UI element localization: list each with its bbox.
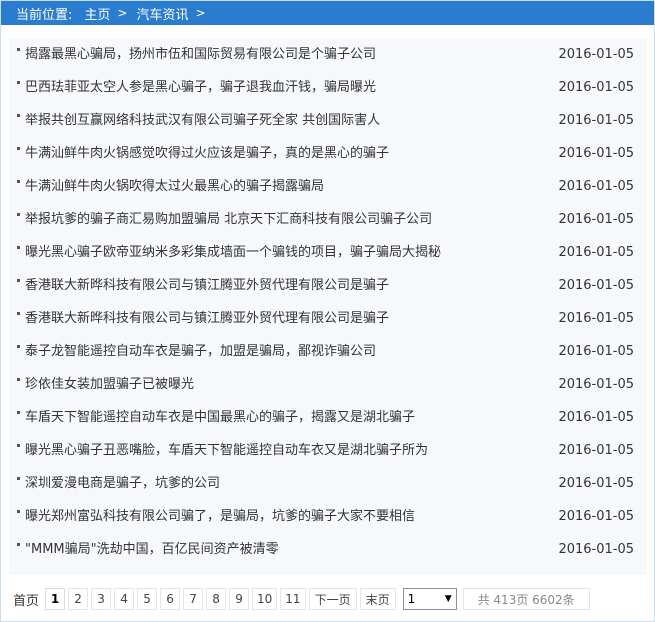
list-item: 举报坑爹的骗子商汇易购加盟骗局 北京天下汇商科技有限公司骗子公司 2016-01-… xyxy=(9,204,647,237)
page-number-button[interactable]: 2 xyxy=(68,588,89,610)
article-title-link[interactable]: 香港联大新晔科技有限公司与镇江腾亚外贸代理有限公司是骗子 xyxy=(25,310,389,328)
page-select-value: 1 xyxy=(407,592,416,606)
total-count: 共 413页 6602条 xyxy=(462,588,590,610)
bullet-icon xyxy=(17,510,20,513)
article-title-link[interactable]: 曝光黑心骗子欧帝亚纳米多彩集成墙面一个骗钱的项目，骗子骗局大揭秘 xyxy=(25,244,441,262)
bullet-icon xyxy=(17,81,20,84)
bullet-icon xyxy=(17,279,20,282)
news-list-panel: 当前位置: 主页 > 汽车资讯 > 揭露最黑心骗局，扬州市伍和国际贸易有限公司是… xyxy=(0,0,655,622)
breadcrumb-home-link[interactable]: 主页 xyxy=(84,4,110,23)
article-title-link[interactable]: 珍依佳女装加盟骗子已被曝光 xyxy=(25,376,194,394)
page-number-button[interactable]: 11 xyxy=(280,588,306,610)
first-page-link[interactable]: 首页 xyxy=(13,590,39,609)
article-title-link[interactable]: 牛满汕鲜牛肉火锅吹得太过火最黑心的骗子揭露骗局 xyxy=(25,178,324,196)
article-date: 2016-01-05 xyxy=(558,509,634,524)
page-select-dropdown[interactable]: 1 ▼ xyxy=(402,588,457,610)
next-page-button[interactable]: 下一页 xyxy=(308,588,357,610)
chevron-right-icon: > xyxy=(195,6,206,20)
article-date: 2016-01-05 xyxy=(558,311,634,326)
article-date: 2016-01-05 xyxy=(558,443,634,458)
pagination: 首页 1 2 3 4 5 6 7 8 9 10 11 下一页 末页 1 ▼ 共 413页 6602条 xyxy=(13,587,643,611)
article-date: 2016-01-05 xyxy=(558,113,634,128)
list-item: 车盾天下智能遥控自动车衣是中国最黑心的骗子，揭露又是湖北骗子 2016-01-05 xyxy=(9,402,647,435)
article-title-link[interactable]: 曝光黑心骗子丑恶嘴脸，车盾天下智能遥控自动车衣又是湖北骗子所为 xyxy=(25,442,428,460)
list-item: 牛满汕鲜牛肉火锅吹得太过火最黑心的骗子揭露骗局 2016-01-05 xyxy=(9,171,647,204)
list-item: 香港联大新晔科技有限公司与镇江腾亚外贸代理有限公司是骗子 2016-01-05 xyxy=(9,270,647,303)
page-number-button[interactable]: 9 xyxy=(229,588,250,610)
article-date: 2016-01-05 xyxy=(558,377,634,392)
article-title-link[interactable]: 举报坑爹的骗子商汇易购加盟骗局 北京天下汇商科技有限公司骗子公司 xyxy=(25,211,432,229)
breadcrumb-current-link[interactable]: 汽车资讯 xyxy=(136,4,188,23)
bullet-icon xyxy=(17,345,20,348)
bullet-icon xyxy=(17,378,20,381)
article-title-link[interactable]: 泰子龙智能遥控自动车衣是骗子，加盟是骗局，鄙视诈骗公司 xyxy=(25,343,376,361)
article-date: 2016-01-05 xyxy=(558,212,634,227)
article-date: 2016-01-05 xyxy=(558,47,634,62)
bullet-icon xyxy=(17,477,20,480)
article-title-link[interactable]: 曝光郑州富弘科技有限公司骗了，是骗局，坑爹的骗子大家不要相信 xyxy=(25,508,415,526)
list-item: 香港联大新晔科技有限公司与镇江腾亚外贸代理有限公司是骗子 2016-01-05 xyxy=(9,303,647,336)
chevron-right-icon: > xyxy=(117,6,128,20)
list-item: 深圳爱漫电商是骗子，坑爹的公司 2016-01-05 xyxy=(9,468,647,501)
page-number-button[interactable]: 3 xyxy=(91,588,112,610)
bullet-icon xyxy=(17,48,20,51)
page-number-button[interactable]: 7 xyxy=(183,588,204,610)
article-date: 2016-01-05 xyxy=(558,179,634,194)
list-item: 牛满汕鲜牛肉火锅感觉吹得过火应该是骗子，真的是黑心的骗子 2016-01-05 xyxy=(9,138,647,171)
list-item: 揭露最黑心骗局，扬州市伍和国际贸易有限公司是个骗子公司 2016-01-05 xyxy=(9,39,647,72)
bullet-icon xyxy=(17,312,20,315)
bullet-icon xyxy=(17,180,20,183)
bullet-icon xyxy=(17,114,20,117)
breadcrumb: 当前位置: 主页 > 汽车资讯 > xyxy=(1,1,654,25)
article-title-link[interactable]: 车盾天下智能遥控自动车衣是中国最黑心的骗子，揭露又是湖北骗子 xyxy=(25,409,415,427)
page-number-button[interactable]: 4 xyxy=(114,588,135,610)
list-item: 巴西珐菲亚太空人参是黑心骗子，骗子退我血汗钱，骗局曝光 2016-01-05 xyxy=(9,72,647,105)
page-number-button[interactable]: 10 xyxy=(252,588,278,610)
page-number-button[interactable]: 8 xyxy=(206,588,227,610)
bullet-icon xyxy=(17,213,20,216)
article-title-link[interactable]: "MMM骗局"洗劫中国，百亿民间资产被清零 xyxy=(25,541,279,559)
breadcrumb-label: 当前位置: xyxy=(16,7,73,23)
page-number-button[interactable]: 1 xyxy=(45,588,66,610)
article-date: 2016-01-05 xyxy=(558,80,634,95)
list-item: "MMM骗局"洗劫中国，百亿民间资产被清零 2016-01-05 xyxy=(9,534,647,567)
page-number-button[interactable]: 6 xyxy=(160,588,181,610)
chevron-down-icon: ▼ xyxy=(444,594,452,604)
bullet-icon xyxy=(17,147,20,150)
list-item: 珍依佳女装加盟骗子已被曝光 2016-01-05 xyxy=(9,369,647,402)
article-title-link[interactable]: 深圳爱漫电商是骗子，坑爹的公司 xyxy=(25,475,220,493)
article-date: 2016-01-05 xyxy=(558,542,634,557)
list-item: 曝光黑心骗子欧帝亚纳米多彩集成墙面一个骗钱的项目，骗子骗局大揭秘 2016-01-… xyxy=(9,237,647,270)
article-title-link[interactable]: 揭露最黑心骗局，扬州市伍和国际贸易有限公司是个骗子公司 xyxy=(25,46,376,64)
article-title-link[interactable]: 香港联大新晔科技有限公司与镇江腾亚外贸代理有限公司是骗子 xyxy=(25,277,389,295)
article-list: 揭露最黑心骗局，扬州市伍和国际贸易有限公司是个骗子公司 2016-01-05 巴西珐… xyxy=(9,39,647,575)
bullet-icon xyxy=(17,444,20,447)
article-title-link[interactable]: 巴西珐菲亚太空人参是黑心骗子，骗子退我血汗钱，骗局曝光 xyxy=(25,79,376,97)
article-date: 2016-01-05 xyxy=(558,476,634,491)
article-date: 2016-01-05 xyxy=(558,245,634,260)
list-item: 曝光郑州富弘科技有限公司骗了，是骗局，坑爹的骗子大家不要相信 2016-01-05 xyxy=(9,501,647,534)
list-item: 举报共创互赢网络科技武汉有限公司骗子死全家 共创国际害人 2016-01-05 xyxy=(9,105,647,138)
article-date: 2016-01-05 xyxy=(558,146,634,161)
list-item: 泰子龙智能遥控自动车衣是骗子，加盟是骗局，鄙视诈骗公司 2016-01-05 xyxy=(9,336,647,369)
bullet-icon xyxy=(17,246,20,249)
page-number-button[interactable]: 5 xyxy=(137,588,158,610)
article-date: 2016-01-05 xyxy=(558,344,634,359)
bullet-icon xyxy=(17,411,20,414)
list-item: 曝光黑心骗子丑恶嘴脸，车盾天下智能遥控自动车衣又是湖北骗子所为 2016-01-0… xyxy=(9,435,647,468)
bullet-icon xyxy=(17,543,20,546)
article-title-link[interactable]: 举报共创互赢网络科技武汉有限公司骗子死全家 共创国际害人 xyxy=(25,112,380,130)
article-title-link[interactable]: 牛满汕鲜牛肉火锅感觉吹得过火应该是骗子，真的是黑心的骗子 xyxy=(25,145,389,163)
article-date: 2016-01-05 xyxy=(558,410,634,425)
article-date: 2016-01-05 xyxy=(558,278,634,293)
last-page-button[interactable]: 末页 xyxy=(359,588,396,610)
